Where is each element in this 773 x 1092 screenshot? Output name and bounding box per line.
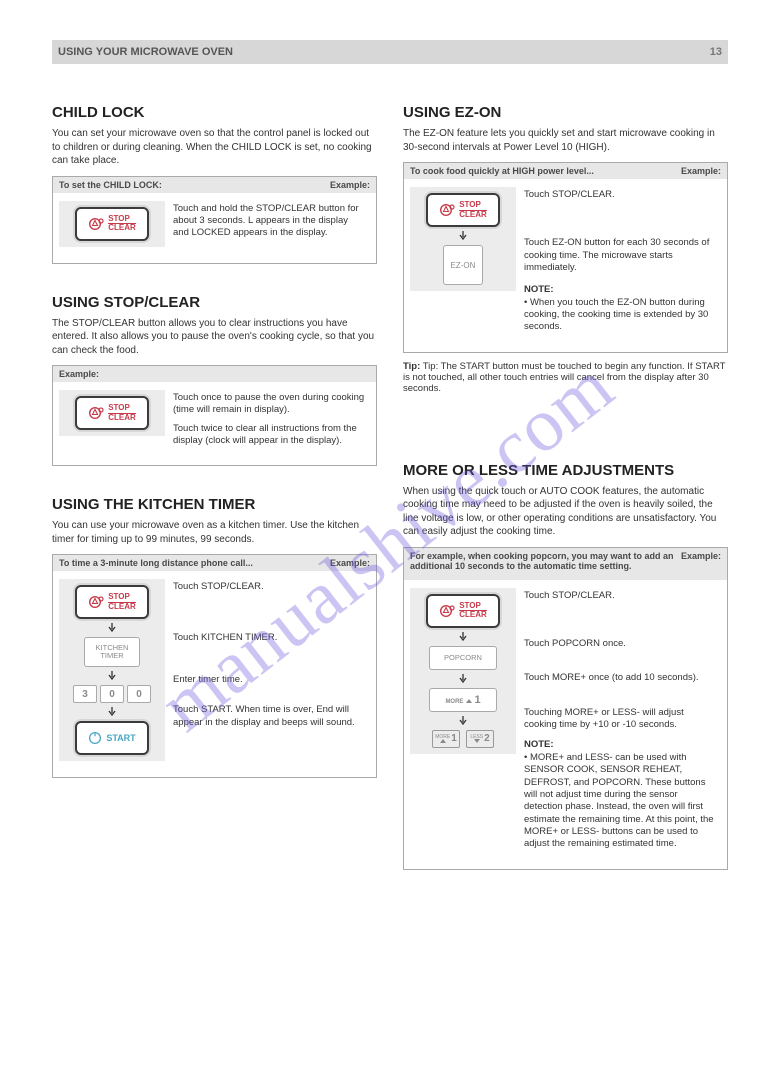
- heading-kitchen-timer: USING THE KITCHEN TIMER: [52, 496, 377, 513]
- heading-child-lock: CHILD LOCK: [52, 104, 377, 121]
- step-text: Touch EZ-ON button for each 30 seconds o…: [524, 237, 717, 274]
- panel-title: For example, when cooking popcorn, you m…: [410, 551, 681, 577]
- example-label: Example:: [681, 551, 721, 577]
- step-text: Enter timer time.: [173, 674, 366, 686]
- step-text: Touch twice to clear all instructions fr…: [173, 423, 366, 448]
- stop-clear-button[interactable]: STOPCLEAR: [75, 207, 149, 241]
- note-text: • MORE+ and LESS- can be used with SENSO…: [524, 752, 717, 851]
- paragraph: The EZ-ON feature lets you quickly set a…: [403, 127, 728, 154]
- stop-clear-button[interactable]: STOPCLEAR: [75, 396, 149, 430]
- paragraph: You can use your microwave oven as a kit…: [52, 519, 377, 546]
- note-label: NOTE:: [524, 284, 554, 295]
- icon-column: STOPCLEAR EZ-ON: [410, 187, 516, 291]
- step-text: Touch STOP/CLEAR.: [524, 590, 717, 602]
- heading-stop-clear: USING STOP/CLEAR: [52, 294, 377, 311]
- icon-column: STOPCLEAR: [59, 201, 165, 247]
- panel-title: To time a 3-minute long distance phone c…: [59, 558, 253, 568]
- left-column: CHILD LOCK You can set your microwave ov…: [52, 74, 377, 878]
- stop-clear-button[interactable]: STOPCLEAR: [75, 585, 149, 619]
- stop-icon: [88, 404, 104, 422]
- ez-on-panel: To cook food quickly at HIGH power level…: [403, 162, 728, 353]
- stop-icon: [88, 215, 104, 233]
- key-3[interactable]: 3: [73, 685, 97, 703]
- section-header: USING YOUR MICROWAVE OVEN 13: [52, 40, 728, 64]
- less-button-small[interactable]: LESS2: [466, 730, 494, 748]
- page-number: 13: [710, 46, 722, 58]
- key-0[interactable]: 0: [100, 685, 124, 703]
- start-tip: Tip: Tip: The START button must be touch…: [403, 361, 728, 394]
- step-text: Touching MORE+ or LESS- will adjust cook…: [524, 707, 717, 732]
- arrow-down-icon: [107, 707, 117, 717]
- icon-column: STOPCLEAR POPCORN MORE1 MORE1 LES: [410, 588, 516, 754]
- paragraph: The STOP/CLEAR button allows you to clea…: [52, 317, 377, 358]
- start-icon: [88, 731, 102, 745]
- note-label: NOTE:: [524, 739, 554, 750]
- kitchen-timer-panel: To time a 3-minute long distance phone c…: [52, 554, 377, 778]
- section-title: USING YOUR MICROWAVE OVEN: [58, 46, 233, 58]
- paragraph: You can set your microwave oven so that …: [52, 127, 377, 168]
- step-text: Touch START. When time is over, End will…: [173, 704, 366, 729]
- heading-more-less: MORE OR LESS TIME ADJUSTMENTS: [403, 462, 728, 479]
- step-text: Touch and hold the STOP/CLEAR button for…: [165, 201, 370, 242]
- stop-icon: [88, 593, 104, 611]
- example-label: Example:: [59, 369, 99, 379]
- arrow-down-icon: [458, 632, 468, 642]
- popcorn-button[interactable]: POPCORN: [429, 646, 497, 670]
- clear-label: CLEAR: [108, 224, 136, 232]
- step-text: Touch STOP/CLEAR.: [173, 581, 366, 593]
- stop-clear-button[interactable]: STOPCLEAR: [426, 594, 500, 628]
- more-less-panel: For example, when cooking popcorn, you m…: [403, 547, 728, 870]
- more-button[interactable]: MORE1: [429, 688, 497, 712]
- panel-title: To set the CHILD LOCK:: [59, 180, 162, 190]
- paragraph: When using the quick touch or AUTO COOK …: [403, 485, 728, 539]
- arrow-down-icon: [458, 231, 468, 241]
- triangle-up-icon: [466, 699, 472, 703]
- triangle-up-icon: [440, 739, 446, 743]
- icon-column: STOPCLEAR: [59, 390, 165, 436]
- example-label: Example:: [330, 558, 370, 568]
- stop-icon: [439, 602, 455, 620]
- arrow-down-icon: [458, 716, 468, 726]
- arrow-down-icon: [107, 671, 117, 681]
- step-text: Touch MORE+ once (to add 10 seconds).: [524, 672, 717, 684]
- number-keys: 3 0 0: [73, 685, 151, 703]
- step-text: Touch POPCORN once.: [524, 638, 717, 650]
- heading-ez-on: USING EZ-ON: [403, 104, 728, 121]
- note-text: • When you touch the EZ-ON button during…: [524, 297, 717, 334]
- stop-clear-panel: Example: STOPCLEAR Touch once to pause t…: [52, 365, 377, 466]
- example-label: Example:: [681, 166, 721, 176]
- icon-column: STOPCLEAR KITCHEN TIMER 3 0 0: [59, 579, 165, 761]
- start-label: START: [106, 733, 135, 743]
- stop-clear-button[interactable]: STOPCLEAR: [426, 193, 500, 227]
- key-0[interactable]: 0: [127, 685, 151, 703]
- stop-icon: [439, 201, 455, 219]
- step-text: Touch STOP/CLEAR.: [524, 189, 717, 201]
- more-button-small[interactable]: MORE1: [432, 730, 460, 748]
- panel-title: To cook food quickly at HIGH power level…: [410, 166, 594, 176]
- ez-on-button[interactable]: EZ-ON: [443, 245, 483, 285]
- step-text: Touch KITCHEN TIMER.: [173, 632, 366, 644]
- start-button[interactable]: START: [75, 721, 149, 755]
- kitchen-timer-button[interactable]: KITCHEN TIMER: [84, 637, 140, 667]
- right-column: USING EZ-ON The EZ-ON feature lets you q…: [403, 74, 728, 878]
- step-text: Touch once to pause the oven during cook…: [173, 392, 366, 417]
- arrow-down-icon: [458, 674, 468, 684]
- triangle-down-icon: [474, 739, 480, 743]
- example-label: Example:: [330, 180, 370, 190]
- arrow-down-icon: [107, 623, 117, 633]
- page: USING YOUR MICROWAVE OVEN 13 CHILD LOCK …: [52, 40, 728, 878]
- child-lock-panel: To set the CHILD LOCK: Example: STOPCLEAR…: [52, 176, 377, 264]
